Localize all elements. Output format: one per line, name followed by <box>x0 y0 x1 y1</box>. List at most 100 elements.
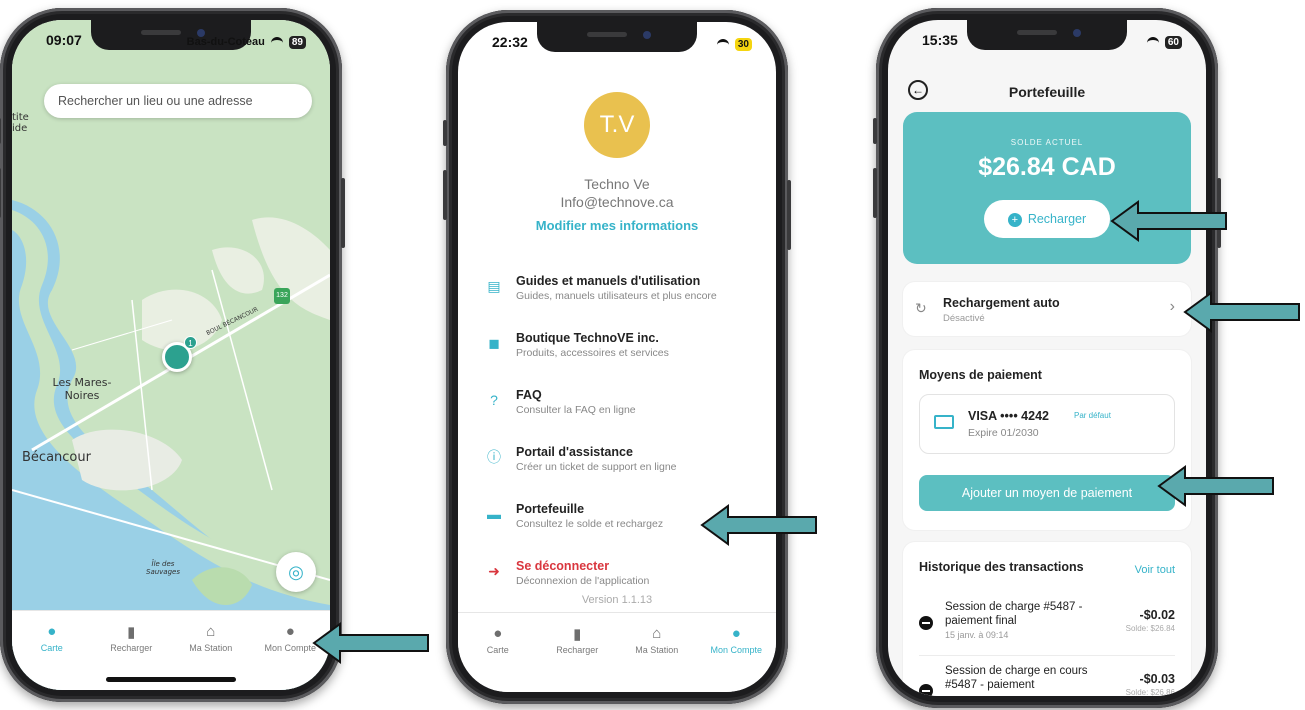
tab-label: Carte <box>40 643 63 653</box>
status-time: 09:07 <box>46 32 82 48</box>
view-all-link[interactable]: Voir tout <box>1135 564 1175 576</box>
user-icon: ● <box>731 625 741 642</box>
transaction-history: Historique des transactions Voir tout Se… <box>903 542 1191 696</box>
location-text: Bas-du-Coteau <box>186 36 265 48</box>
menu-item-subtitle: Déconnexion de l'application <box>516 575 650 587</box>
history-header: Historique des transactions <box>919 560 1084 574</box>
tab-recharger[interactable]: ▮ Recharger <box>545 625 609 692</box>
menu-item-subtitle: Consulter la FAQ en ligne <box>516 404 636 416</box>
map-label-becancour: Bécancour <box>22 450 91 465</box>
payment-card[interactable]: VISA •••• 4242 Par défaut Expire 01/2030 <box>919 394 1175 454</box>
menu-item-title: Portefeuille <box>516 502 585 516</box>
transaction-date: 15 janv. à 09:14 <box>945 630 1009 640</box>
menu-item-guides[interactable]: ▤ Guides et manuels d'utilisation Guides,… <box>484 274 766 331</box>
info-icon: ⓘ <box>487 449 501 465</box>
default-badge: Par défaut <box>1074 411 1111 420</box>
map-screen: 09:07 Bas-du-Coteau 89 Rechercher un lie… <box>12 20 330 690</box>
transaction-balance: Solde: $26.86 <box>1125 688 1175 696</box>
minus-icon <box>919 616 933 630</box>
status-bar: 22:32 30 <box>492 34 752 54</box>
status-time: 22:32 <box>492 34 528 50</box>
tab-mon-compte[interactable]: ● Mon Compte <box>704 625 768 692</box>
locate-button[interactable]: ◎ <box>276 552 316 592</box>
status-time: 15:35 <box>922 32 958 48</box>
arrow-recharger <box>1110 200 1227 242</box>
phone-account: 22:32 30 T.V Techno Ve Info@technove.ca … <box>443 10 791 704</box>
menu-item-subtitle: Guides, manuels utilisateurs et plus enc… <box>516 290 717 302</box>
help-circle-icon: ? <box>490 392 498 408</box>
phone-map: 09:07 Bas-du-Coteau 89 Rechercher un lie… <box>0 8 345 702</box>
transaction-balance: Solde: $26.84 <box>1125 624 1175 633</box>
battery-icon: 30 <box>734 37 752 51</box>
tab-label: Recharger <box>110 643 153 653</box>
tab-label: Ma Station <box>189 643 233 653</box>
menu-item-subtitle: Créer un ticket de support en ligne <box>516 461 677 473</box>
card-expiry: Expire 01/2030 <box>968 427 1039 439</box>
tab-label: Mon Compte <box>264 643 317 653</box>
add-payment-button[interactable]: Ajouter un moyen de paiement <box>919 475 1175 511</box>
transaction-title: Session de charge en cours #5487 - paiem… <box>945 665 1088 691</box>
wifi-icon <box>716 39 729 49</box>
home-icon: ⌂ <box>652 625 662 642</box>
map-label-ile-des-sauvages: Île des Sauvages <box>146 560 180 576</box>
battery-icon: 89 <box>288 35 306 49</box>
tab-ma-station[interactable]: ⌂ Ma Station <box>625 625 689 692</box>
plus-icon: + <box>1007 213 1022 227</box>
payment-methods-section: Moyens de paiement VISA •••• 4242 Par dé… <box>903 350 1191 530</box>
tab-label: Mon Compte <box>710 645 763 655</box>
tab-carte[interactable]: ● Carte <box>466 625 530 692</box>
home-indicator <box>106 677 236 682</box>
wifi-icon <box>1146 37 1159 47</box>
divider <box>919 655 1175 656</box>
refresh-icon: ↻ <box>915 300 927 316</box>
app-version: Version 1.1.13 <box>581 594 653 606</box>
arrow-ajouter-paiement <box>1157 465 1274 507</box>
transaction-row[interactable]: Session de charge #5487 - paiement final… <box>919 600 1175 652</box>
recharge-label: Recharger <box>1027 212 1087 226</box>
menu-item-title: Guides et manuels d'utilisation <box>516 274 701 288</box>
menu-item-subtitle: Produits, accessoires et services <box>516 347 669 359</box>
search-input[interactable]: Rechercher un lieu ou une adresse <box>44 84 312 118</box>
arrow-portefeuille <box>700 504 817 546</box>
menu-item-title: Boutique TechnoVE inc. <box>516 331 659 345</box>
minus-icon <box>919 684 933 696</box>
menu-item-assistance[interactable]: ⓘ Portail d'assistance Créer un ticket de… <box>484 445 766 502</box>
profile-email: Info@technove.ca <box>560 194 674 210</box>
credit-card-icon <box>934 415 954 429</box>
user-icon: ● <box>285 623 295 640</box>
transaction-amount: -$0.02 <box>1139 608 1175 622</box>
card-number: VISA •••• 4242 <box>968 409 1049 423</box>
balance-label: SOLDE ACTUEL <box>1010 138 1084 147</box>
stage: 09:07 Bas-du-Coteau 89 Rechercher un lie… <box>0 0 1305 710</box>
battery-icon: 60 <box>1164 35 1182 49</box>
tab-carte[interactable]: ● Carte <box>20 623 84 690</box>
menu-item-boutique[interactable]: ◼ Boutique TechnoVE inc. Produits, access… <box>484 331 766 388</box>
transaction-title: Session de charge #5487 - paiement final <box>945 601 1083 627</box>
map-view[interactable]: Rechercher un lieu ou une adresse tite i… <box>12 20 330 690</box>
logout-icon: ➜ <box>488 563 500 579</box>
menu-item-logout[interactable]: ➜ Se déconnecter Déconnexion de l'applica… <box>484 559 766 616</box>
transaction-row[interactable]: Session de charge en cours #5487 - paiem… <box>919 664 1175 696</box>
auto-recharge-row[interactable]: ↻ Rechargement auto Désactivé › <box>903 282 1191 336</box>
map-label-edge: tite ide <box>12 112 29 134</box>
menu-item-subtitle: Consultez le solde et rechargez <box>516 518 664 530</box>
account-screen: 22:32 30 T.V Techno Ve Info@technove.ca … <box>458 22 776 692</box>
auto-recharge-status: Désactivé <box>943 313 985 324</box>
home-icon: ⌂ <box>206 623 216 640</box>
menu-item-title: Se déconnecter <box>516 559 610 573</box>
status-bar: 09:07 Bas-du-Coteau 89 <box>46 32 306 52</box>
map-label-les-mares-noires: Les Mares-Noires <box>52 376 112 402</box>
phone-wallet: 15:35 60 ← Portefeuille SOLDE ACTUEL $26… <box>873 8 1221 708</box>
menu-item-faq[interactable]: ? FAQ Consulter la FAQ en ligne <box>484 388 766 445</box>
recharge-button[interactable]: + Recharger <box>984 200 1110 238</box>
arrow-mon-compte <box>312 622 429 664</box>
auto-recharge-title: Rechargement auto <box>943 296 1060 310</box>
account-menu: ▤ Guides et manuels d'utilisation Guides,… <box>484 274 766 616</box>
edit-profile-link[interactable]: Modifier mes informations <box>458 218 776 233</box>
status-bar: 15:35 60 <box>922 32 1182 52</box>
menu-item-title: FAQ <box>516 388 542 402</box>
book-icon: ▤ <box>487 278 501 294</box>
wallet-screen: 15:35 60 ← Portefeuille SOLDE ACTUEL $26… <box>888 20 1206 696</box>
tab-bar: ● Carte ▮ Recharger ⌂ Ma Station ● Mon Compt… <box>458 612 776 692</box>
balance-amount: $26.84 CAD <box>978 153 1116 181</box>
